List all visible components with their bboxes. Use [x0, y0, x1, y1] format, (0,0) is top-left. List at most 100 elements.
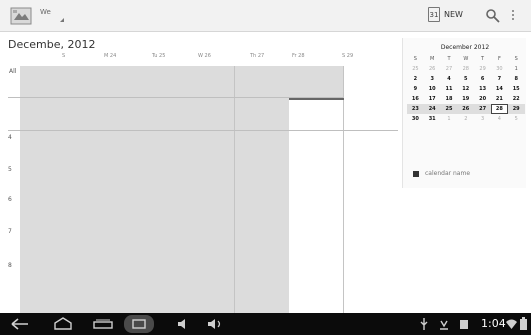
- screenshot-icon[interactable]: [124, 315, 154, 333]
- weekday-label: M: [430, 56, 435, 62]
- weekday-label: S: [514, 56, 518, 62]
- week-row[interactable]: 25 26 27 28 29 30 1: [407, 64, 525, 74]
- mini-day[interactable]: 6: [474, 74, 491, 84]
- mini-day[interactable]: 30: [407, 114, 424, 124]
- mini-day[interactable]: 10: [424, 84, 441, 94]
- calendar-app-icon[interactable]: [10, 6, 32, 26]
- new-event-label: NEW: [444, 10, 463, 19]
- mini-day[interactable]: 15: [508, 84, 525, 94]
- mini-day[interactable]: 23: [407, 104, 424, 114]
- week-row[interactable]: 9 10 11 12 13 14 15: [407, 84, 525, 94]
- mini-day[interactable]: 25: [407, 64, 424, 74]
- mini-day[interactable]: 12: [457, 84, 474, 94]
- usb-icon: [420, 318, 428, 330]
- mini-month-panel: December 2012 S M T W T F S 25 26 27 28 …: [402, 38, 526, 188]
- mini-day[interactable]: 14: [491, 84, 508, 94]
- mini-day[interactable]: 29: [474, 64, 491, 74]
- mini-day[interactable]: 28: [457, 64, 474, 74]
- hour-label: 8: [8, 262, 12, 269]
- day-header[interactable]: Th 27: [250, 53, 264, 63]
- mini-day[interactable]: 22: [508, 94, 525, 104]
- hour-divider: [8, 130, 398, 131]
- mini-day[interactable]: 24: [424, 104, 441, 114]
- mini-day[interactable]: 27: [441, 64, 458, 74]
- search-icon[interactable]: [485, 8, 501, 24]
- back-icon[interactable]: [10, 317, 30, 331]
- mini-day[interactable]: 17: [424, 94, 441, 104]
- day-header[interactable]: W 26: [198, 53, 211, 63]
- mini-day[interactable]: 29: [508, 104, 525, 114]
- mini-day[interactable]: 13: [474, 84, 491, 94]
- mini-day[interactable]: 3: [424, 74, 441, 84]
- week-row[interactable]: 2 3 4 5 6 7 8: [407, 74, 525, 84]
- volume-up-icon[interactable]: [206, 317, 226, 331]
- mini-day[interactable]: 19: [457, 94, 474, 104]
- mini-day-today[interactable]: 28: [490, 104, 508, 114]
- mini-day[interactable]: 5: [457, 74, 474, 84]
- wifi-icon: [506, 319, 517, 329]
- mini-day[interactable]: 25: [441, 104, 458, 114]
- mini-day[interactable]: 31: [424, 114, 441, 124]
- mini-day[interactable]: 21: [491, 94, 508, 104]
- recents-icon[interactable]: [92, 317, 114, 331]
- mini-day[interactable]: 4: [491, 114, 508, 124]
- overflow-menu-icon[interactable]: [510, 8, 516, 24]
- weekday-label: T: [447, 56, 451, 62]
- mini-month-title[interactable]: December 2012: [403, 44, 527, 51]
- mini-day[interactable]: 3: [474, 114, 491, 124]
- status-clock: 1:04: [481, 317, 506, 330]
- mini-day[interactable]: 30: [491, 64, 508, 74]
- mini-day[interactable]: 1: [508, 64, 525, 74]
- today-button[interactable]: 31: [428, 7, 440, 22]
- week-grid[interactable]: [20, 66, 343, 313]
- weekday-label: W: [463, 56, 469, 62]
- view-spinner[interactable]: We: [40, 8, 70, 28]
- mini-day[interactable]: 26: [424, 64, 441, 74]
- mini-day[interactable]: 2: [457, 114, 474, 124]
- day-divider: [234, 66, 235, 313]
- day-header[interactable]: S: [62, 53, 65, 63]
- home-icon[interactable]: [52, 317, 74, 331]
- mini-day[interactable]: 9: [407, 84, 424, 94]
- day-header[interactable]: Tu 25: [152, 53, 165, 63]
- week-row[interactable]: 16 17 18 19 20 21 22: [407, 94, 525, 104]
- battery-icon: [520, 317, 527, 330]
- mini-day[interactable]: 5: [508, 114, 525, 124]
- notification-icon: [440, 320, 448, 330]
- weekday-label: F: [497, 56, 501, 62]
- spinner-caret-icon: [60, 18, 64, 22]
- current-time-column: [289, 100, 343, 313]
- mini-day[interactable]: 11: [441, 84, 458, 94]
- day-header[interactable]: Fr 28: [292, 53, 305, 63]
- hour-label: 5: [8, 166, 12, 173]
- mini-day[interactable]: 26: [457, 104, 474, 114]
- mini-day[interactable]: 8: [508, 74, 525, 84]
- calendar-list-item[interactable]: calendar name: [413, 169, 523, 179]
- mini-day[interactable]: 27: [474, 104, 491, 114]
- hour-label: 7: [8, 228, 12, 235]
- mini-day[interactable]: 18: [441, 94, 458, 104]
- weekday-row: S M T W T F S: [407, 54, 525, 64]
- weekday-label: S: [413, 56, 417, 62]
- day-header[interactable]: S 29: [342, 53, 353, 63]
- day-header[interactable]: M 24: [104, 53, 116, 63]
- selected-week-row[interactable]: 23 24 25 26 27 28 29: [407, 104, 525, 114]
- today-date: 31: [429, 11, 439, 19]
- system-bar: 1:04: [0, 313, 531, 335]
- mini-day[interactable]: 4: [441, 74, 458, 84]
- new-event-button[interactable]: NEW: [444, 10, 463, 19]
- mini-month-grid[interactable]: S M T W T F S 25 26 27 28 29 30 1 2 3 4 …: [407, 54, 525, 124]
- hour-label: 4: [8, 134, 12, 141]
- mini-day[interactable]: 2: [407, 74, 424, 84]
- view-spinner-label: We: [40, 8, 51, 16]
- mini-day[interactable]: 1: [441, 114, 458, 124]
- mini-day[interactable]: 20: [474, 94, 491, 104]
- week-row[interactable]: 30 31 1 2 3 4 5: [407, 114, 525, 124]
- calendar-name: calendar name: [425, 170, 471, 177]
- month-title: Decembe, 2012: [8, 38, 96, 51]
- mini-day[interactable]: 16: [407, 94, 424, 104]
- weekday-label: T: [481, 56, 485, 62]
- mini-day[interactable]: 7: [491, 74, 508, 84]
- volume-down-icon[interactable]: [176, 317, 192, 331]
- allday-label: All: [9, 68, 17, 75]
